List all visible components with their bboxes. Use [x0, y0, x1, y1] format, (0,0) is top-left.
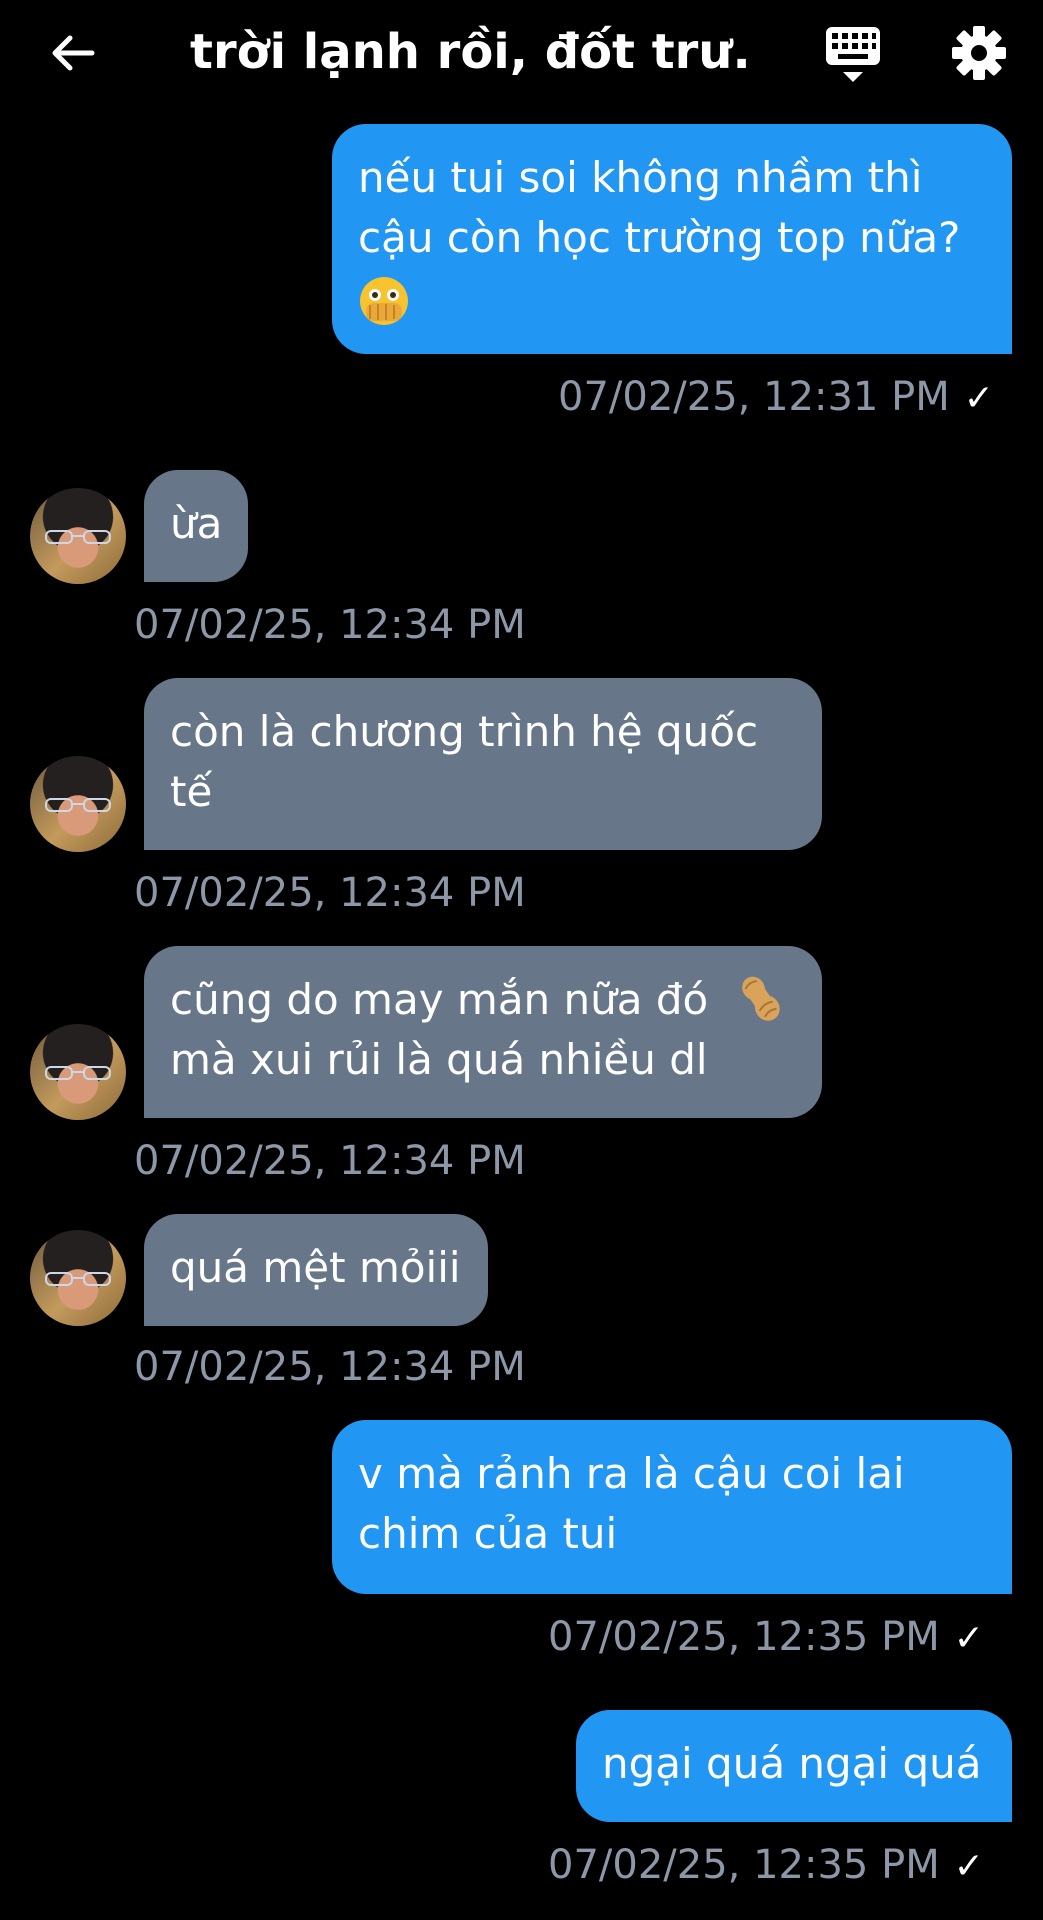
message-text-line: cũng do may mắn nữa đó: [170, 975, 709, 1024]
avatar[interactable]: [30, 1024, 126, 1120]
timestamp-text: 07/02/25, 12:31 PM: [558, 374, 950, 420]
timestamp-text: 07/02/25, 12:34 PM: [134, 870, 526, 916]
chat-title[interactable]: trời lạnh rồi, đốt trư...: [190, 18, 750, 86]
message-timestamp: 07/02/25, 12:34 PM: [134, 1342, 526, 1392]
glasses-icon: [45, 1066, 111, 1080]
timestamp-text: 07/02/25, 12:34 PM: [134, 602, 526, 648]
message-text-line: mà xui rủi là quá nhiều dl: [170, 1035, 708, 1084]
message-timestamp: 07/02/25, 12:31 PM ✓: [558, 372, 994, 424]
message-text-line: chim của tui: [358, 1509, 618, 1558]
read-check-icon: ✓: [953, 1618, 984, 1659]
message-timestamp: 07/02/25, 12:35 PM ✓: [548, 1840, 984, 1892]
message-timestamp: 07/02/25, 12:35 PM ✓: [548, 1612, 984, 1664]
peanut-icon: [741, 976, 780, 1021]
outgoing-message-bubble[interactable]: nếu tui soi không nhầm thì cậu còn học t…: [332, 124, 1012, 354]
settings-button[interactable]: [946, 20, 1012, 86]
outgoing-message-bubble[interactable]: v mà rảnh ra là cậu coi lai chim của tui: [332, 1420, 1012, 1594]
avatar[interactable]: [30, 488, 126, 584]
glasses-icon: [45, 798, 111, 812]
incoming-message-bubble[interactable]: cũng do may mắn nữa đó mà xui rủi là quá…: [144, 946, 822, 1118]
message-text-line: v mà rảnh ra là cậu coi lai: [358, 1449, 905, 1498]
timestamp-text: 07/02/25, 12:35 PM: [548, 1842, 940, 1888]
timestamp-text: 07/02/25, 12:34 PM: [134, 1344, 526, 1390]
avatar[interactable]: [30, 1230, 126, 1326]
message-text-line: ừa: [170, 499, 223, 548]
incoming-message-bubble[interactable]: quá mệt mỏiii: [144, 1214, 488, 1326]
message-text-line: nếu tui soi không nhầm thì: [358, 153, 923, 202]
face-with-open-eyes-and-hand-over-mouth-icon: [360, 276, 408, 325]
outgoing-message-bubble[interactable]: ngại quá ngại quá: [576, 1710, 1012, 1822]
incoming-message-bubble[interactable]: ừa: [144, 470, 248, 582]
incoming-message-bubble[interactable]: còn là chương trình hệ quốc tế: [144, 678, 822, 850]
glasses-icon: [45, 1272, 111, 1286]
message-timestamp: 07/02/25, 12:34 PM: [134, 868, 526, 918]
message-text-line: ngại quá ngại quá: [602, 1739, 982, 1788]
chat-header: trời lạnh rồi, đốt trư...: [0, 0, 1043, 104]
back-button[interactable]: [42, 22, 104, 84]
message-text-line: quá mệt mỏiii: [170, 1243, 461, 1292]
keyboard-icon: [826, 27, 880, 82]
arrow-left-icon: [52, 35, 95, 71]
timestamp-text: 07/02/25, 12:35 PM: [548, 1614, 940, 1660]
gear-icon: [952, 26, 1006, 80]
read-check-icon: ✓: [953, 1846, 984, 1887]
message-timestamp: 07/02/25, 12:34 PM: [134, 1136, 526, 1186]
read-check-icon: ✓: [963, 378, 994, 419]
message-timestamp: 07/02/25, 12:34 PM: [134, 600, 526, 650]
message-text-line: còn là chương trình hệ quốc: [170, 707, 759, 756]
message-text-line: tế: [170, 767, 213, 816]
glasses-icon: [45, 530, 111, 544]
timestamp-text: 07/02/25, 12:34 PM: [134, 1138, 526, 1184]
message-text-line: cậu còn học trường top nữa?: [358, 213, 961, 262]
avatar[interactable]: [30, 756, 126, 852]
keyboard-toggle-button[interactable]: [818, 20, 888, 90]
